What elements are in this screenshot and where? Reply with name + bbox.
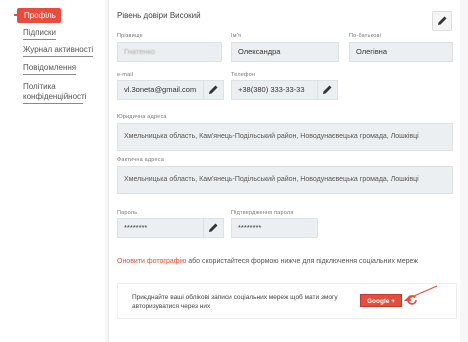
social-connect-text: Приєднайте ваші облікові записи соціальн…	[132, 294, 338, 310]
password-confirm-field[interactable]: ********	[231, 218, 318, 238]
edit-profile-button[interactable]	[432, 11, 452, 31]
pencil-icon	[438, 16, 447, 25]
legal-address-field[interactable]: Хмельницька область, Кам'янець-Подільськ…	[117, 123, 453, 151]
sidebar-item-subscriptions[interactable]: Підписки	[23, 28, 56, 40]
sidebar-item-activity-log[interactable]: Журнал активності	[23, 45, 94, 57]
first-name-field[interactable]: Олександра	[231, 42, 339, 62]
profile-card: Рівень довіри Високий Прізвище Гнатенко …	[108, 0, 460, 342]
actual-address-label: Фактична адреса	[117, 157, 164, 163]
arrow-icon	[404, 285, 438, 301]
sidebar-item-privacy-policy[interactable]: Політика конфіденційності	[23, 82, 87, 104]
pencil-icon	[209, 223, 218, 232]
edit-phone-button[interactable]	[318, 80, 338, 100]
sidebar-item-notifications[interactable]: Повідомлення	[23, 63, 77, 75]
update-photo-link[interactable]: Оновити фотографію	[117, 258, 186, 265]
email-label: e-mail	[117, 72, 134, 78]
password-label: Пароль	[117, 210, 138, 216]
patronymic-field[interactable]: Олегівна	[349, 42, 453, 62]
email-field[interactable]: vl.3oneta@gmail.com	[117, 80, 204, 100]
google-plus-button[interactable]: Google +	[360, 294, 402, 307]
phone-field[interactable]: +38(380) 333-33-33	[231, 80, 318, 100]
pencil-icon	[209, 85, 218, 94]
password-confirm-label: Підтвердження пароля	[231, 210, 294, 216]
legal-address-label: Юридична адреса	[117, 114, 167, 120]
edit-password-button[interactable]	[204, 218, 224, 238]
trust-level: Рівень довіри Високий	[117, 11, 201, 20]
sidebar: Профіль Підписки Журнал активності Повід…	[0, 0, 105, 342]
photo-instructions: Оновити фотографію або скористайтеся фор…	[117, 258, 418, 265]
pencil-icon	[323, 85, 332, 94]
actual-address-field[interactable]: Хмельницька область, Кам'янець-Подільськ…	[117, 166, 453, 194]
patronymic-label: По-батькові	[349, 33, 382, 39]
surname-label: Прізвище	[117, 33, 143, 39]
sidebar-item-profile[interactable]: Профіль	[14, 8, 61, 23]
phone-label: Телефон	[231, 72, 256, 78]
edit-email-button[interactable]	[204, 80, 224, 100]
surname-field[interactable]: Гнатенко	[117, 42, 222, 62]
password-field[interactable]: ********	[117, 218, 204, 238]
first-name-label: Ім'я	[231, 33, 242, 39]
